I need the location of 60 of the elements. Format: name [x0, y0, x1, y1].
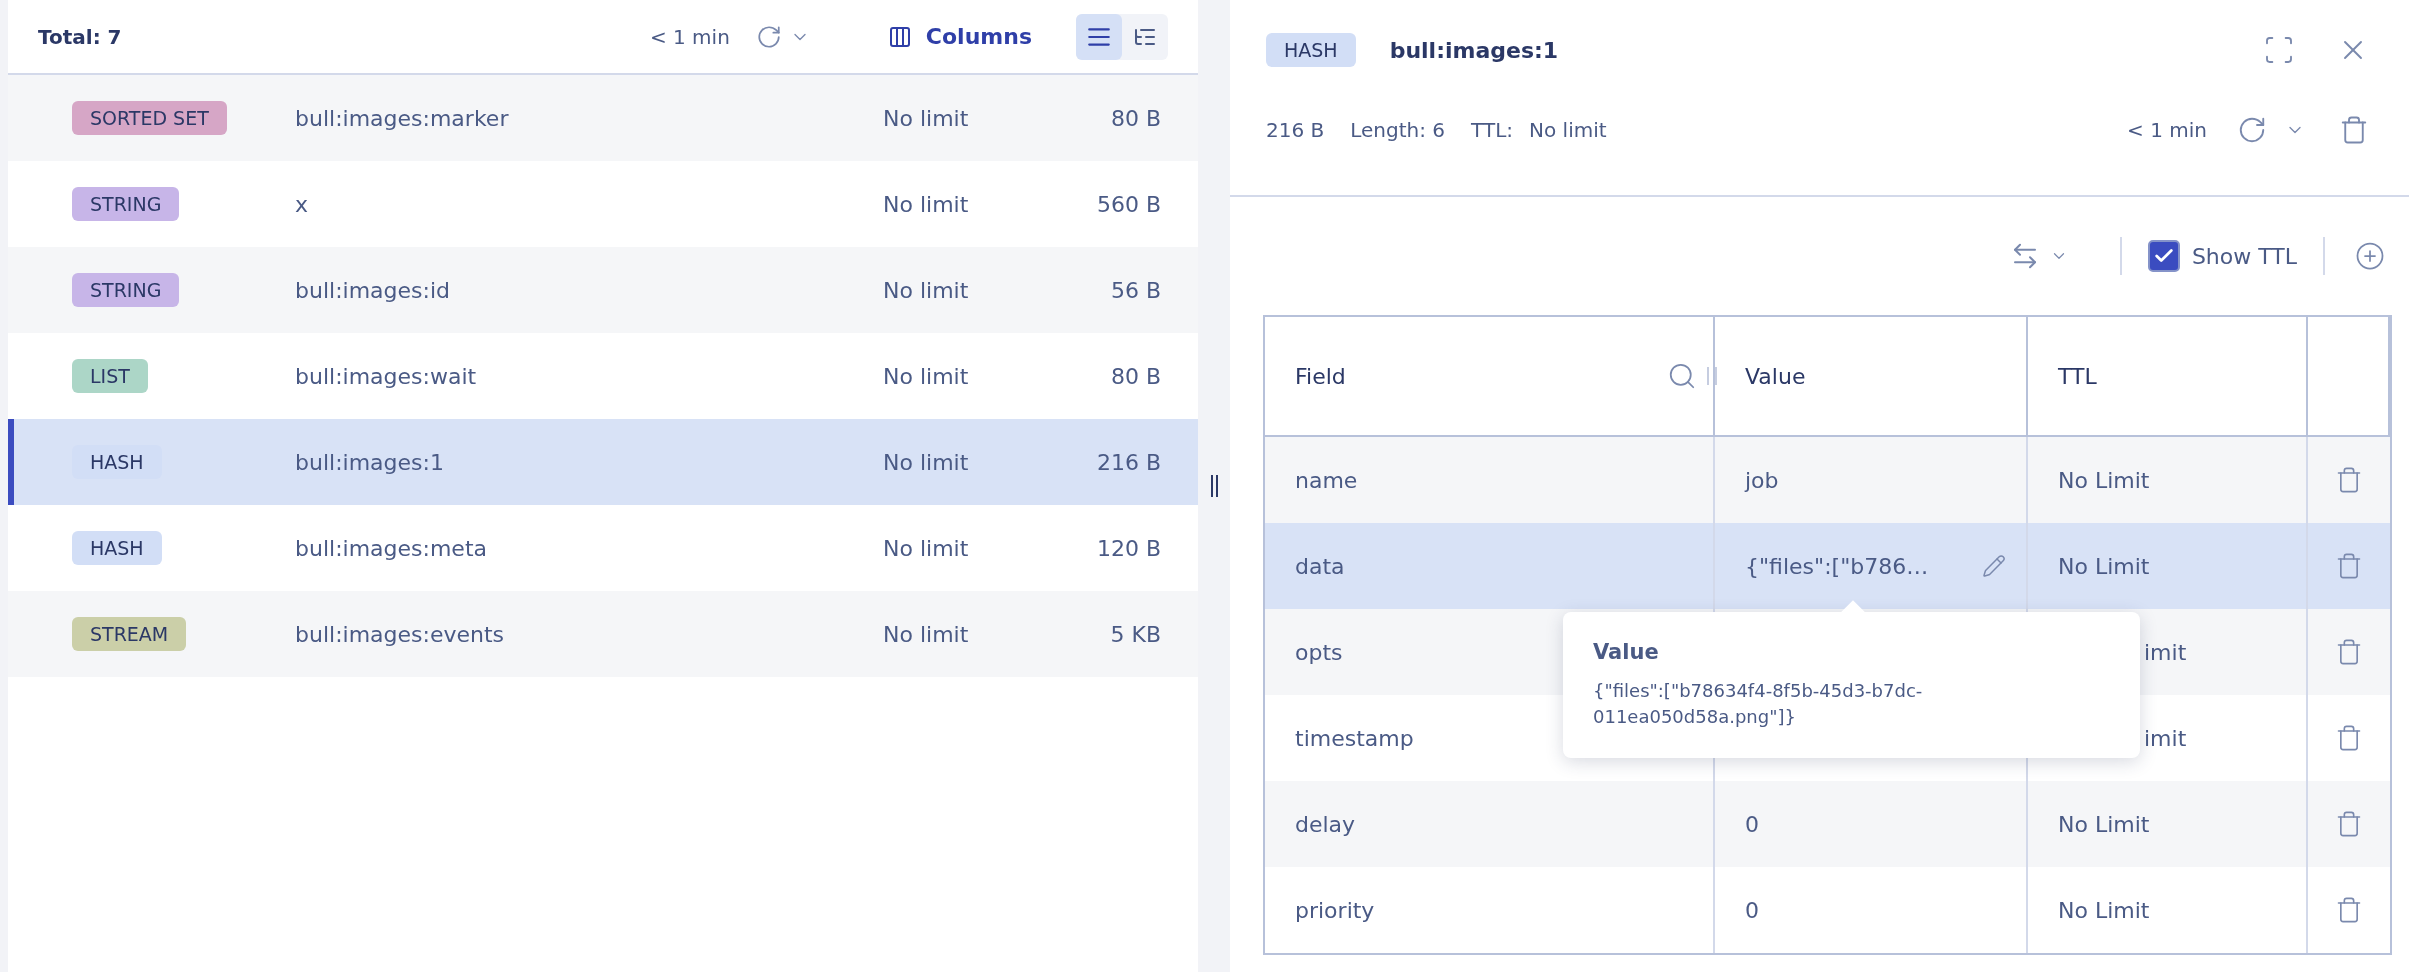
- key-size: 80 B: [1110, 363, 1161, 389]
- key-size: 56 B: [1110, 277, 1161, 303]
- columns-icon: [887, 24, 912, 49]
- type-tag: STREAM: [72, 617, 187, 651]
- key-size: 80 B: [1110, 105, 1161, 131]
- last-refresh: < 1 min: [2127, 118, 2207, 142]
- key-size: 120 B: [1096, 535, 1161, 561]
- last-refresh: < 1 min: [649, 24, 730, 49]
- key-ttl: No limit: [883, 449, 970, 475]
- key-size: 216 B: [1096, 449, 1161, 475]
- key-name: x: [295, 191, 310, 217]
- ttl-cell: No Limit: [2028, 781, 2308, 867]
- key-size: 216 B: [1266, 118, 1325, 142]
- key-name: bull:images:wait: [295, 363, 478, 389]
- field-cell: delay: [1265, 781, 1715, 867]
- ttl-label: TTL:: [1471, 118, 1514, 142]
- key-size: 5 KB: [1110, 621, 1161, 647]
- key-title: bull:images:1: [1389, 37, 1560, 63]
- ttl-cell: No Limit: [2028, 523, 2308, 609]
- key-ttl: No limit: [883, 621, 970, 647]
- show-ttl-checkbox[interactable]: Show TTL: [2147, 240, 2297, 272]
- search-icon[interactable]: [1667, 361, 1697, 391]
- edit-icon[interactable]: [1982, 554, 2006, 578]
- key-name: bull:images:id: [295, 277, 452, 303]
- field-cell: name: [1265, 437, 1715, 523]
- columns-button[interactable]: Columns: [883, 20, 1036, 53]
- key-length: Length: 6: [1350, 118, 1446, 142]
- type-tag: HASH: [72, 445, 162, 479]
- tooltip-title: Value: [1593, 640, 1660, 664]
- field-cell: data: [1265, 523, 1715, 609]
- key-name: bull:images:events: [295, 621, 506, 647]
- type-tag: STRING: [72, 187, 180, 221]
- ttl-value: No limit: [1529, 118, 1607, 142]
- total-count: Total: 7: [38, 24, 123, 49]
- type-tag: STRING: [72, 273, 180, 307]
- key-row[interactable]: STRING bull:images:id No limit 56 B: [8, 247, 1198, 333]
- type-tag: LIST: [72, 359, 148, 393]
- type-tag: SORTED SET: [72, 101, 227, 135]
- ttl-cell: No Limit: [2028, 437, 2308, 523]
- key-ttl: No limit: [883, 535, 970, 561]
- key-size: 560 B: [1096, 191, 1161, 217]
- key-ttl: No limit: [883, 363, 970, 389]
- resize-handle[interactable]: [1208, 475, 1220, 497]
- type-tag: HASH: [1266, 33, 1356, 67]
- value-cell-text: 0: [1745, 897, 1760, 923]
- key-name: bull:images:1: [295, 449, 445, 475]
- column-resizer[interactable]: [1707, 367, 1717, 385]
- type-tag: HASH: [72, 531, 162, 565]
- key-ttl: No limit: [883, 277, 970, 303]
- key-ttl: No limit: [883, 105, 970, 131]
- key-name: bull:images:meta: [295, 535, 489, 561]
- key-row[interactable]: SORTED SET bull:images:marker No limit 80 B: [8, 75, 1198, 161]
- value-cell-text: job: [1745, 467, 1780, 493]
- key-name: bull:images:marker: [295, 105, 510, 131]
- value-cell-text: {"files":["b786…: [1745, 553, 1930, 579]
- key-row[interactable]: HASH bull:images:1 No limit 216 B: [8, 419, 1198, 505]
- list-view-toggle[interactable]: [1076, 13, 1122, 60]
- key-ttl: No limit: [883, 191, 970, 217]
- value-cell-text: 0: [1745, 811, 1760, 837]
- key-row[interactable]: STREAM bull:images:events No limit 5 KB: [8, 591, 1198, 677]
